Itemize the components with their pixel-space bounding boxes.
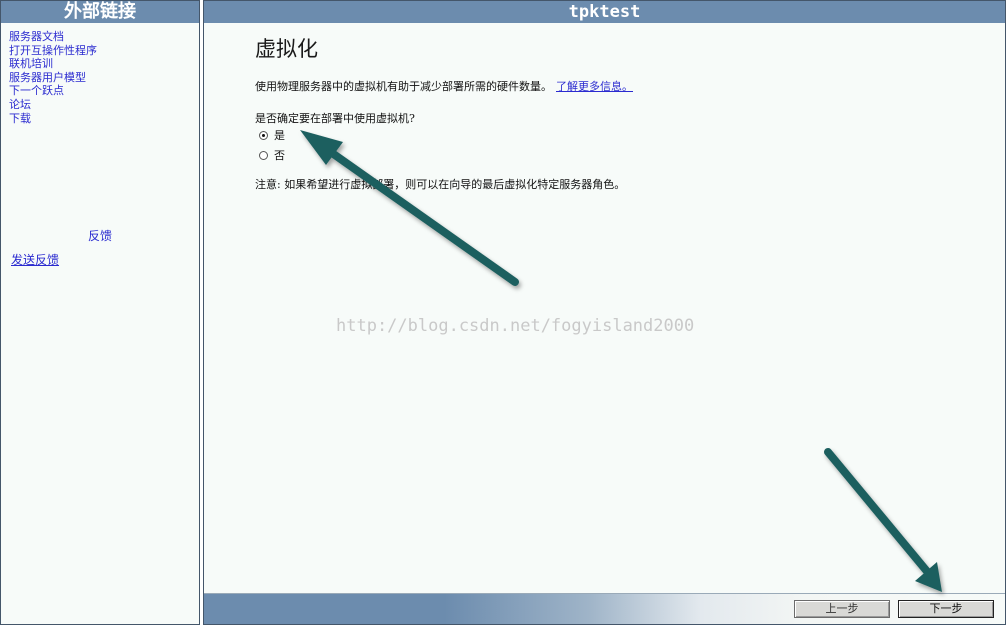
next-button[interactable]: 下一步 [898,600,994,618]
send-feedback-link[interactable]: 发送反馈 [11,251,59,268]
virtualization-description: 使用物理服务器中的虚拟机有助于减少部署所需的硬件数量。 了解更多信息。 [255,78,633,94]
watermark: http://blog.csdn.net/fogyisland2000 [336,316,695,336]
learn-more-link[interactable]: 了解更多信息。 [556,80,633,93]
link-server-user-model[interactable]: 服务器用户模型 [9,71,97,85]
option-no[interactable]: 否 [259,147,285,163]
deployment-name-header: tpktest [204,1,1005,23]
option-no-label: 否 [274,149,285,162]
external-links-title: 外部链接 [1,1,199,23]
page-title: 虚拟化 [255,37,318,61]
description-text: 使用物理服务器中的虚拟机有助于减少部署所需的硬件数量。 [255,80,552,93]
link-forum[interactable]: 论坛 [9,98,97,112]
option-yes-label: 是 [274,129,285,142]
link-interop-programs[interactable]: 打开互操作性程序 [9,44,97,58]
radio-no[interactable] [259,150,268,160]
link-server-docs[interactable]: 服务器文档 [9,30,97,44]
virtualization-question: 是否确定要在部署中使用虚拟机? [255,112,415,125]
previous-button[interactable]: 上一步 [794,600,890,618]
link-downloads[interactable]: 下载 [9,112,97,126]
external-links-list: 服务器文档 打开互操作性程序 联机培训 服务器用户模型 下一个跃点 论坛 下载 [9,30,97,125]
virtualization-note: 注意: 如果希望进行虚拟部署，则可以在向导的最后虚拟化特定服务器角色。 [255,178,626,191]
wizard-button-bar: 上一步 下一步 [204,593,1005,624]
radio-yes[interactable] [259,130,268,140]
external-links-panel: 外部链接 服务器文档 打开互操作性程序 联机培训 服务器用户模型 下一个跃点 论… [0,0,200,625]
link-online-training[interactable]: 联机培训 [9,57,97,71]
feedback-heading: 反馈 [87,229,112,243]
wizard-main-panel: tpktest 虚拟化 使用物理服务器中的虚拟机有助于减少部署所需的硬件数量。了… [203,0,1006,625]
link-next-hop[interactable]: 下一个跃点 [9,84,97,98]
option-yes[interactable]: 是 [259,127,285,143]
